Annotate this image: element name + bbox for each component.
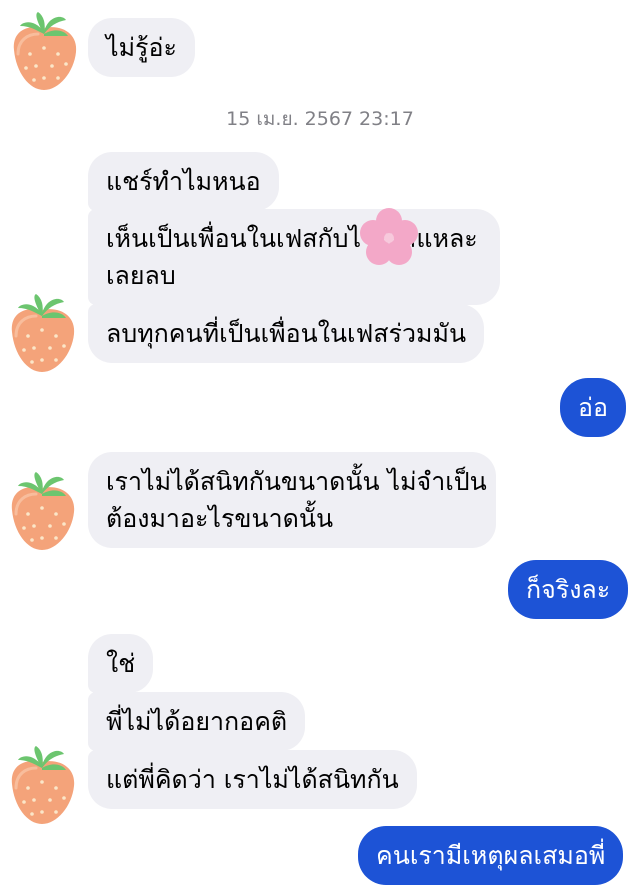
message-bubble[interactable]: แต่พี่คิดว่า เราไม่ได้สนิทกัน [88,750,417,809]
timestamp: 15 เม.ย. 2567 23:17 [226,108,414,130]
strawberry-icon[interactable] [4,10,84,94]
message-bubble[interactable]: อ่อ [560,378,627,437]
message-text: เห็นเป็นเพื่อนในเฟสกับไ [106,224,362,253]
message-bubble[interactable]: ใช่ [88,634,154,693]
message-text: คนเรามีเหตุผลเสมอพี่ [376,841,606,870]
message-text: แต่พี่คิดว่า เราไม่ได้สนิทกัน [106,765,399,794]
message-text: ไม่รู้อ่ะ [106,33,177,62]
message-bubble[interactable]: คนเรามีเหตุผลเสมอพี่ [358,826,624,885]
message-bubble[interactable]: เห็นเป็นเพื่อนในเฟสกับไ สแหละ เลยลบ [88,209,500,305]
message-text: เลยลบ [106,261,176,290]
message-text: อ่อ [578,393,609,422]
message-text: พี่ไม่ได้อยากอคติ [106,707,288,736]
message-text: ลบทุกคนที่เป็นเพื่อนในเฟสร่วมมัน [106,319,467,348]
message-bubble[interactable]: ไม่รู้อ่ะ [88,18,195,77]
message-text: ก็จริงละ [526,575,611,604]
strawberry-icon[interactable] [2,292,82,376]
strawberry-icon[interactable] [2,744,82,828]
strawberry-icon[interactable] [2,470,82,554]
message-bubble[interactable]: พี่ไม่ได้อยากอคติ [88,692,306,751]
message-text: ใช่ [106,649,136,678]
message-bubble[interactable]: แชร์ทำไมหนอ [88,152,279,211]
flower-sticker-icon [360,208,418,265]
message-bubble[interactable]: ก็จริงละ [508,560,629,619]
message-bubble[interactable]: ลบทุกคนที่เป็นเพื่อนในเฟสร่วมมัน [88,304,485,363]
message-text: ต้องมาอะไรขนาดนั้น [106,504,334,533]
message-bubble[interactable]: เราไม่ได้สนิทกันขนาดนั้น ไม่จำเป็น ต้องม… [88,452,496,548]
message-text: เราไม่ได้สนิทกันขนาดนั้น ไม่จำเป็น [106,467,487,496]
message-text: แชร์ทำไมหนอ [106,167,261,196]
